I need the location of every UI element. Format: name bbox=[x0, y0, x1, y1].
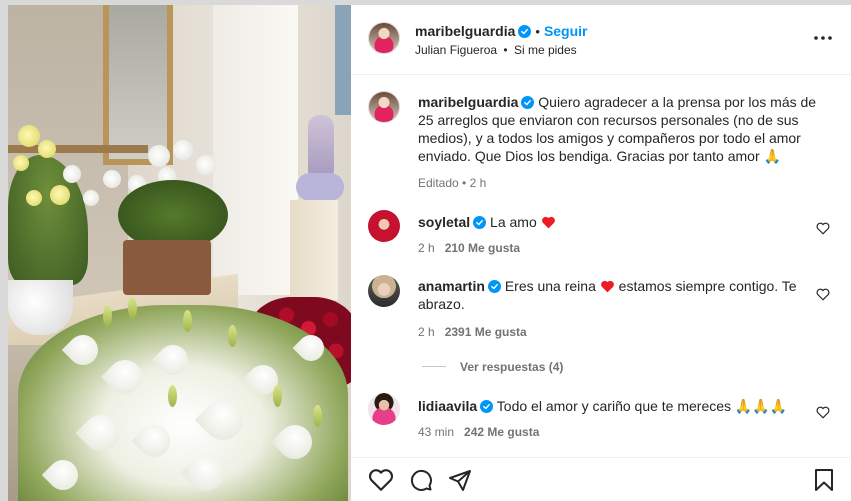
view-replies-button[interactable]: Ver respuestas (4) bbox=[422, 360, 563, 374]
post-photo[interactable] bbox=[8, 5, 351, 501]
author-username[interactable]: maribelguardia bbox=[415, 23, 515, 39]
comment-item: anamartin Eres una reina estamos siempre… bbox=[368, 275, 838, 345]
avatar[interactable] bbox=[368, 393, 400, 425]
comment-username[interactable]: anamartin bbox=[418, 278, 485, 294]
share-icon[interactable] bbox=[448, 468, 474, 494]
heart-icon[interactable] bbox=[816, 288, 830, 302]
red-heart-icon bbox=[600, 280, 614, 293]
post-action-bar bbox=[351, 457, 851, 501]
comment-likes[interactable]: 210 Me gusta bbox=[445, 241, 520, 255]
avatar[interactable] bbox=[368, 22, 400, 54]
replies-divider bbox=[422, 366, 446, 367]
comment-text: La amo bbox=[490, 214, 541, 230]
song-separator: • bbox=[503, 43, 508, 57]
comment-icon[interactable] bbox=[408, 468, 434, 494]
audio-track[interactable]: Julian Figueroa • Si me pides bbox=[415, 43, 577, 57]
comment-time: 2 h bbox=[418, 325, 435, 339]
verified-icon bbox=[480, 400, 494, 413]
post-window: maribelguardia • Seguir Julian Figueroa • … bbox=[0, 0, 851, 501]
red-heart-icon bbox=[541, 216, 555, 229]
heart-icon[interactable] bbox=[368, 468, 394, 494]
comment-time: 43 min bbox=[418, 425, 455, 439]
comment-item: lidiaavila Todo el amor y cariño que te … bbox=[368, 393, 838, 443]
caption: maribelguardia Quiero agradecer a la pre… bbox=[368, 91, 838, 191]
comment-text: Todo el amor y cariño que te mereces bbox=[496, 398, 735, 414]
heart-icon[interactable] bbox=[816, 222, 830, 236]
song-artist: Julian Figueroa bbox=[415, 43, 498, 57]
comment-likes[interactable]: 2391 Me gusta bbox=[445, 325, 527, 339]
post-details-panel: maribelguardia • Seguir Julian Figueroa • … bbox=[351, 5, 851, 501]
avatar[interactable] bbox=[368, 210, 400, 242]
verified-icon bbox=[518, 25, 532, 38]
bookmark-icon[interactable] bbox=[813, 468, 839, 494]
caption-meta: Editado • 2 h bbox=[418, 176, 487, 190]
comment-username[interactable]: lidiaavila bbox=[418, 398, 477, 414]
view-replies-label: Ver respuestas (4) bbox=[460, 360, 564, 374]
comment-username[interactable]: soyletal bbox=[418, 214, 470, 230]
song-title: Si me pides bbox=[513, 43, 577, 57]
comment-likes[interactable]: 242 Me gusta bbox=[464, 425, 539, 439]
comment-item: soyletal La amo 2 h 210 Me gusta bbox=[368, 208, 838, 258]
heart-icon[interactable] bbox=[816, 406, 830, 420]
comment-time: 2 h bbox=[418, 241, 435, 255]
caption-username[interactable]: maribelguardia bbox=[418, 94, 518, 110]
post-header: maribelguardia • Seguir Julian Figueroa • … bbox=[351, 5, 851, 75]
verified-icon bbox=[521, 96, 535, 109]
comment-emoji: 🙏🙏🙏 bbox=[734, 398, 788, 414]
more-options-icon[interactable] bbox=[813, 31, 833, 45]
avatar[interactable] bbox=[368, 275, 400, 307]
comment-text-start: Eres una reina bbox=[504, 278, 600, 294]
avatar[interactable] bbox=[368, 91, 400, 123]
verified-icon bbox=[487, 280, 501, 293]
separator: • bbox=[535, 24, 540, 39]
verified-icon bbox=[473, 216, 487, 229]
follow-button[interactable]: Seguir bbox=[544, 23, 588, 39]
